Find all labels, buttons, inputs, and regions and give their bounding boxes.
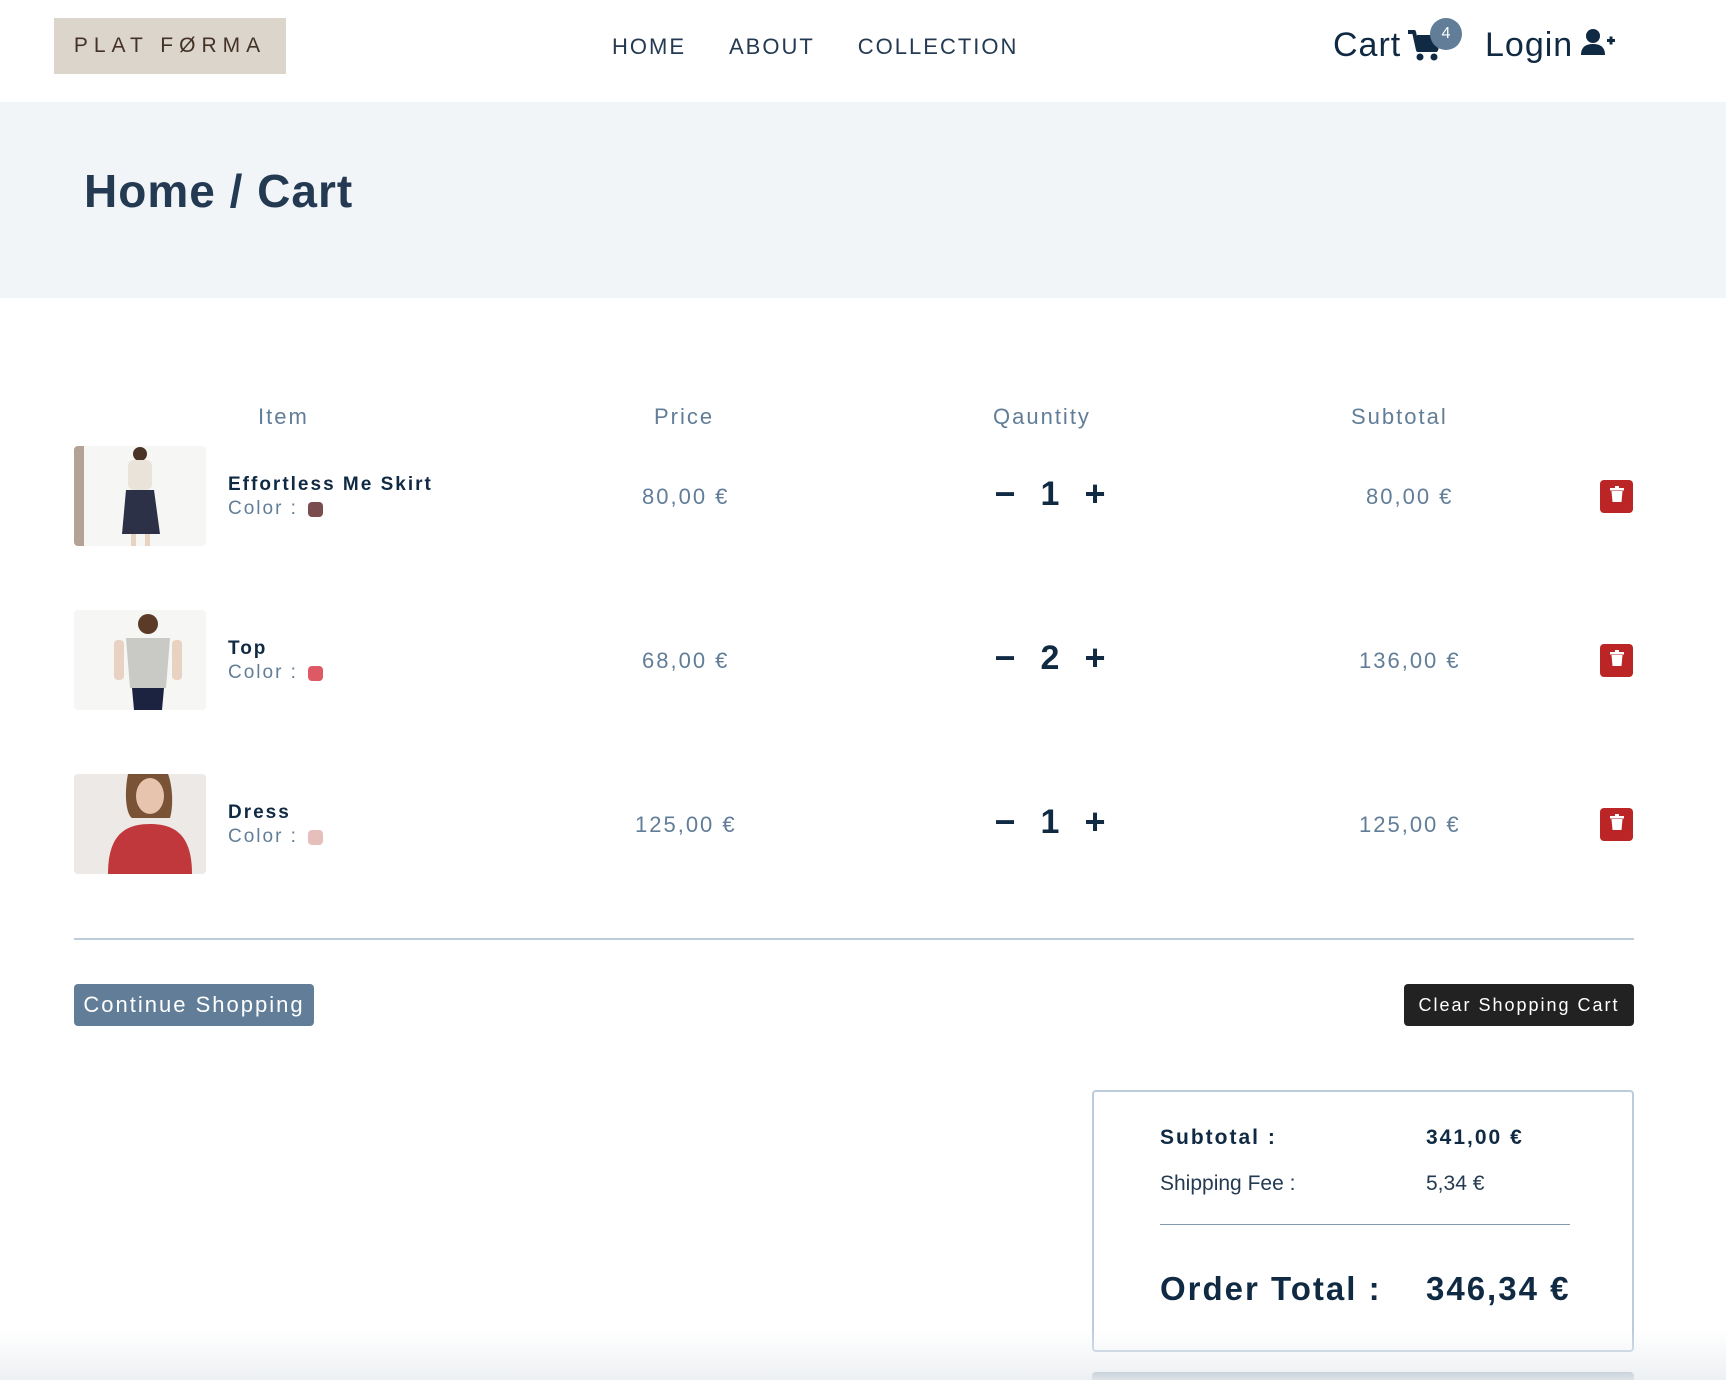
shipping-fee-label: Shipping Fee :: [1160, 1172, 1296, 1195]
breadcrumb-home[interactable]: Home: [84, 165, 216, 217]
item-color: Color :: [228, 498, 323, 520]
column-header-price: Price: [654, 404, 715, 429]
divider: [74, 938, 1634, 940]
nav-link-about[interactable]: ABOUT: [729, 34, 815, 60]
item-color: Color :: [228, 662, 323, 684]
shipping-fee-value: 5,34 €: [1426, 1172, 1485, 1195]
color-swatch: [307, 665, 323, 681]
quantity-value: 1: [1040, 802, 1060, 841]
nav-link-collection[interactable]: COLLECTION: [858, 34, 1019, 60]
product-image-dress: [74, 774, 206, 874]
cart-row: Top Color : 68,00 € − 2 + 136,00 €: [74, 610, 1634, 710]
remove-item-button[interactable]: [1600, 480, 1633, 513]
breadcrumb-separator: /: [229, 165, 244, 217]
subtotal-label: Subtotal :: [1160, 1126, 1277, 1149]
item-price: 80,00 €: [642, 484, 730, 509]
order-total-label: Order Total :: [1160, 1270, 1382, 1307]
login-button[interactable]: Login: [1485, 26, 1616, 65]
logo-text: PLAT FØRMA: [73, 34, 267, 57]
order-totals: Subtotal : 341,00 € Shipping Fee : 5,34 …: [1092, 1090, 1634, 1352]
clear-cart-button[interactable]: Clear Shopping Cart: [1404, 984, 1634, 1026]
breadcrumb: Home / Cart: [84, 164, 353, 218]
nav-link-home[interactable]: HOME: [612, 34, 686, 60]
item-subtotal: 80,00 €: [1366, 484, 1454, 509]
user-plus-icon: [1581, 26, 1616, 65]
decrease-quantity-button[interactable]: −: [990, 637, 1020, 678]
remove-item-button[interactable]: [1600, 644, 1633, 677]
subtotal-value: 341,00 €: [1426, 1126, 1524, 1149]
color-swatch: [307, 501, 323, 517]
decrease-quantity-button[interactable]: −: [990, 801, 1020, 842]
item-color-label: Color :: [228, 498, 298, 519]
color-swatch: [307, 829, 323, 845]
column-header-item: Item: [258, 404, 309, 429]
totals-divider: [1160, 1224, 1570, 1225]
item-color: Color :: [228, 826, 323, 848]
increase-quantity-button[interactable]: +: [1080, 637, 1110, 678]
quantity-stepper: − 1 +: [990, 801, 1110, 842]
item-subtotal: 125,00 €: [1359, 812, 1461, 837]
quantity-value: 2: [1040, 638, 1060, 677]
brand-logo[interactable]: PLAT FØRMA: [54, 18, 286, 74]
item-price: 125,00 €: [635, 812, 737, 837]
column-header-quantity: Qauntity: [993, 404, 1091, 429]
item-name: Top: [228, 638, 268, 659]
page-hero: Home / Cart: [0, 102, 1726, 298]
cart-button[interactable]: Cart: [1333, 26, 1443, 65]
trash-icon: [1609, 650, 1624, 671]
breadcrumb-current: Cart: [257, 165, 354, 217]
quantity-stepper: − 1 +: [990, 473, 1110, 514]
navbar: PLAT FØRMA HOME ABOUT COLLECTION Cart 4 …: [0, 0, 1726, 102]
cart-count-badge: 4: [1430, 18, 1462, 50]
item-name: Effortless Me Skirt: [228, 474, 433, 495]
quantity-stepper: − 2 +: [990, 637, 1110, 678]
item-price: 68,00 €: [642, 648, 730, 673]
continue-shopping-button[interactable]: Continue Shopping: [74, 984, 314, 1026]
nav-links: HOME ABOUT COLLECTION: [612, 34, 1018, 60]
cart-row: Effortless Me Skirt Color : 80,00 € − 1 …: [74, 446, 1634, 546]
increase-quantity-button[interactable]: +: [1080, 801, 1110, 842]
checkout-button[interactable]: [1092, 1372, 1634, 1380]
trash-icon: [1609, 814, 1624, 835]
remove-item-button[interactable]: [1600, 808, 1633, 841]
quantity-value: 1: [1040, 474, 1060, 513]
trash-icon: [1609, 486, 1624, 507]
item-color-label: Color :: [228, 826, 298, 847]
order-total-value: 346,34 €: [1426, 1270, 1571, 1307]
cart-row: Dress Color : 125,00 € − 1 + 125,00 €: [74, 774, 1634, 874]
column-header-subtotal: Subtotal: [1351, 404, 1448, 429]
decrease-quantity-button[interactable]: −: [990, 473, 1020, 514]
login-label: Login: [1485, 26, 1574, 64]
item-name: Dress: [228, 802, 291, 823]
item-color-label: Color :: [228, 662, 298, 683]
increase-quantity-button[interactable]: +: [1080, 473, 1110, 514]
product-image-top: [74, 610, 206, 710]
cart-label: Cart: [1333, 26, 1402, 64]
product-image-skirt: [74, 446, 206, 546]
item-subtotal: 136,00 €: [1359, 648, 1461, 673]
